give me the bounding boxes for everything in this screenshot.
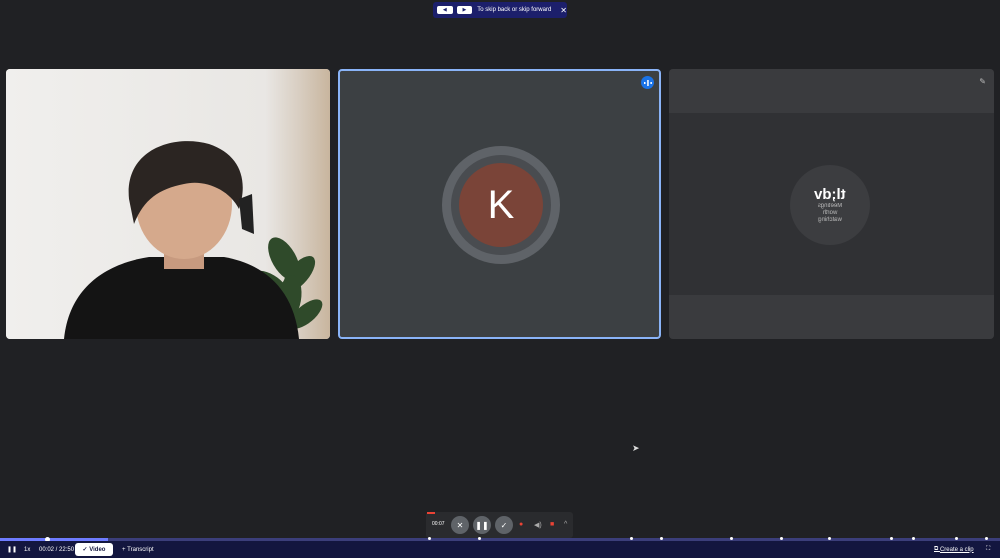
camera-icon[interactable]: ■ [550,521,554,528]
timeline-marker[interactable] [985,537,988,540]
tab-video-label: Video [89,546,106,553]
timeline-marker[interactable] [478,537,481,540]
tab-transcript-label: Transcript [127,546,154,553]
tldv-bot-tile: ✎ tl;dv Meetings worth watching [669,69,994,339]
active-speaker-tile: K [338,69,661,339]
participant-video-tile [6,69,330,339]
participant-person-image [64,141,299,339]
pause-button[interactable]: ❚❚ [473,516,491,534]
create-clip-link[interactable]: ⧉ Create a clip [934,546,974,553]
skip-hint-banner: ◀ ▶ To skip back or skip forward ✕ [433,2,567,18]
mouse-cursor-icon: ➤ [632,443,640,453]
confirm-button[interactable]: ✓ [495,516,513,534]
create-clip-label: Create a clip [939,546,974,553]
timeline-marker[interactable] [828,537,831,540]
check-icon: ✓ [82,547,90,553]
play-pause-button[interactable]: ❚❚ [7,546,17,553]
skip-back-key: ◀ [437,6,453,14]
skip-forward-key: ▶ [456,6,473,14]
close-icon[interactable]: ✕ [560,6,567,15]
meeting-controls-bar: 00:07 ✕ ❚❚ ✓ ● ◀) ■ ^ [426,512,573,538]
meeting-time: 00:07 [432,521,445,527]
mic-off-icon: ✎ [979,77,986,86]
timeline-marker[interactable] [730,537,733,540]
timeline-marker[interactable] [660,537,663,540]
top-band [669,69,994,113]
tab-video[interactable]: ✓ Video [75,543,113,556]
timeline-marker[interactable] [780,537,783,540]
player-bottom-bar: ❚❚ 1x 00:02 / 22:50 ✓ Video + Transcript… [0,541,1000,558]
tldv-logo: tl;dv Meetings worth watching [790,165,870,245]
timeline-marker[interactable] [630,537,633,540]
logo-tagline: Meetings worth watching [817,203,843,223]
bottom-band [669,295,994,339]
fullscreen-icon[interactable]: ⛶ [986,546,990,553]
timeline-marker[interactable] [428,537,431,540]
skip-hint-text: To skip back or skip forward [477,7,552,13]
timeline-marker[interactable] [890,537,893,540]
timeline-marker[interactable] [955,537,958,540]
speed-button[interactable]: 1x [24,547,30,553]
speaker-icon[interactable]: ◀) [534,521,542,529]
avatar: K [459,163,543,247]
logo-text: tl;dv [814,186,846,203]
chevron-up-icon[interactable]: ^ [564,521,567,528]
recording-line [427,512,435,514]
mic-icon[interactable]: ● [519,521,523,528]
avatar-ring: K [442,146,560,264]
playback-time: 00:02 / 22:50 [39,546,75,553]
speaking-indicator-icon [641,76,654,89]
tab-transcript[interactable]: + Transcript [122,547,154,553]
timeline-marker[interactable] [912,537,915,540]
cancel-button[interactable]: ✕ [451,516,469,534]
